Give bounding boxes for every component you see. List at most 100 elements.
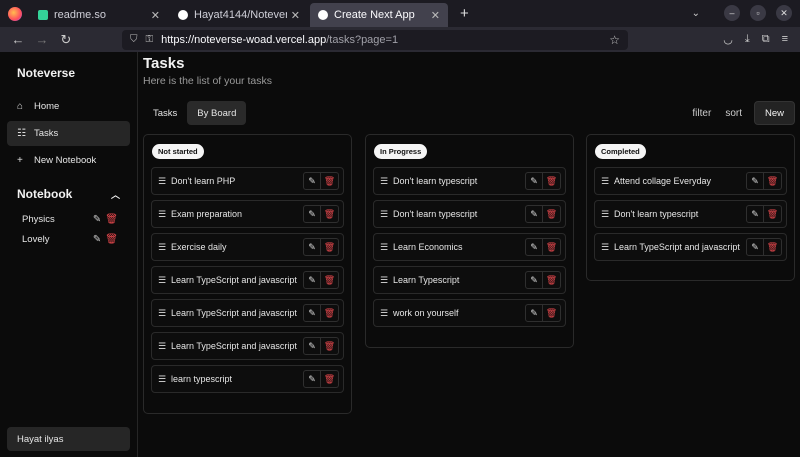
- task-card[interactable]: ☰ learn typescript ✎ 🗑: [151, 365, 344, 393]
- task-card[interactable]: ☰ Learn Economics ✎ 🗑: [373, 233, 566, 261]
- task-card[interactable]: ☰ Don't learn typescript ✎ 🗑: [373, 200, 566, 228]
- notebook-item-physics[interactable]: Physics ✎ 🗑: [7, 209, 130, 229]
- trash-icon[interactable]: 🗑: [321, 304, 339, 322]
- lock-icon[interactable]: ⚿: [146, 34, 154, 45]
- edit-icon[interactable]: ✎: [525, 172, 543, 190]
- edit-icon[interactable]: ✎: [303, 304, 321, 322]
- notebook-section-header[interactable]: Notebook ︿: [7, 187, 130, 201]
- trash-icon[interactable]: 🗑: [764, 238, 782, 256]
- url-bar[interactable]: ⛉ ⚿ https://noteverse-woad.vercel.app/ta…: [122, 29, 628, 50]
- task-card[interactable]: ☰ Attend collage Everyday ✎ 🗑: [594, 167, 787, 195]
- close-icon[interactable]: ✕: [151, 9, 160, 22]
- forward-arrow-icon[interactable]: →: [30, 32, 54, 47]
- task-card[interactable]: ☰ Exam preparation ✎ 🗑: [151, 200, 344, 228]
- task-card[interactable]: ☰ work on yourself ✎ 🗑: [373, 299, 566, 327]
- trash-icon[interactable]: 🗑: [321, 238, 339, 256]
- edit-icon[interactable]: ✎: [746, 238, 764, 256]
- task-actions: ✎ 🗑: [746, 205, 782, 223]
- task-card[interactable]: ☰ Learn TypeScript and javascript ✎ 🗑: [151, 332, 344, 360]
- edit-icon[interactable]: ✎: [303, 370, 321, 388]
- trash-icon[interactable]: 🗑: [764, 172, 782, 190]
- minimize-icon[interactable]: –: [724, 5, 740, 21]
- edit-icon[interactable]: ✎: [303, 205, 321, 223]
- edit-icon[interactable]: ✎: [525, 205, 543, 223]
- pocket-icon[interactable]: ◡: [723, 33, 733, 46]
- browser-tab-github[interactable]: Hayat4144/Noteverse: N ✕: [170, 3, 308, 27]
- reload-icon[interactable]: ↻: [54, 32, 78, 48]
- task-card[interactable]: ☰ Learn TypeScript and javascript ✎ 🗑: [151, 299, 344, 327]
- tab-by-board[interactable]: By Board: [187, 101, 247, 125]
- sidebar-item-new-notebook[interactable]: + New Notebook: [7, 148, 130, 173]
- filter-button[interactable]: filter: [686, 108, 717, 119]
- trash-icon[interactable]: 🗑: [105, 214, 118, 225]
- toolbar-actions: filter sort New: [686, 101, 795, 125]
- trash-icon[interactable]: 🗑: [543, 271, 561, 289]
- menu-icon[interactable]: ≡: [782, 33, 788, 46]
- status-badge: In Progress: [374, 144, 428, 159]
- download-icon[interactable]: ⤓: [745, 33, 750, 46]
- sort-button[interactable]: sort: [719, 108, 748, 119]
- task-card[interactable]: ☰ Don't learn typescript ✎ 🗑: [373, 167, 566, 195]
- trash-icon[interactable]: 🗑: [321, 337, 339, 355]
- trash-icon[interactable]: 🗑: [321, 172, 339, 190]
- edit-icon[interactable]: ✎: [303, 337, 321, 355]
- edit-icon[interactable]: ✎: [525, 271, 543, 289]
- edit-icon[interactable]: ✎: [93, 214, 101, 225]
- url-text[interactable]: https://noteverse-woad.vercel.app/tasks?…: [161, 34, 609, 46]
- edit-icon[interactable]: ✎: [746, 205, 764, 223]
- url-main: https://noteverse-woad.vercel.app: [161, 33, 327, 46]
- chevron-down-icon[interactable]: ⌄: [692, 8, 700, 19]
- edit-icon[interactable]: ✎: [303, 271, 321, 289]
- sidebar-item-home[interactable]: ⌂ Home: [7, 94, 130, 119]
- trash-icon[interactable]: 🗑: [321, 271, 339, 289]
- task-card[interactable]: ☰ Don't learn PHP ✎ 🗑: [151, 167, 344, 195]
- tab-bar: readme.so ✕ Hayat4144/Noteverse: N ✕ Cre…: [0, 0, 800, 27]
- trash-icon[interactable]: 🗑: [543, 304, 561, 322]
- trash-icon[interactable]: 🗑: [105, 234, 118, 245]
- notebook-item-lovely[interactable]: Lovely ✎ 🗑: [7, 229, 130, 249]
- trash-icon[interactable]: 🗑: [543, 172, 561, 190]
- new-task-button[interactable]: New: [753, 101, 795, 125]
- browser-tab-readme[interactable]: readme.so ✕: [30, 3, 168, 27]
- task-title: Attend collage Everyday: [614, 176, 712, 186]
- browser-tab-active[interactable]: Create Next App ✕: [310, 3, 448, 27]
- trash-icon[interactable]: 🗑: [543, 205, 561, 223]
- task-card[interactable]: ☰ Exercise daily ✎ 🗑: [151, 233, 344, 261]
- trash-icon[interactable]: 🗑: [321, 205, 339, 223]
- bookmark-star-icon[interactable]: ☆: [609, 33, 620, 47]
- edit-icon[interactable]: ✎: [303, 238, 321, 256]
- text-lines-icon: ☰: [380, 307, 389, 318]
- task-card[interactable]: ☰ Don't learn typescript ✎ 🗑: [594, 200, 787, 228]
- edit-icon[interactable]: ✎: [746, 172, 764, 190]
- tab-tasks[interactable]: Tasks: [143, 101, 187, 125]
- shield-icon[interactable]: ⛉: [130, 34, 138, 45]
- close-icon[interactable]: ✕: [291, 9, 300, 22]
- trash-icon[interactable]: 🗑: [543, 238, 561, 256]
- task-title: Learn TypeScript and javascript: [171, 308, 297, 318]
- notebook-label: Physics: [22, 213, 55, 225]
- task-title: Don't learn typescript: [393, 176, 478, 186]
- trash-icon[interactable]: 🗑: [764, 205, 782, 223]
- close-icon[interactable]: ✕: [431, 9, 440, 22]
- chevron-up-icon[interactable]: ︿: [111, 188, 120, 201]
- edit-icon[interactable]: ✎: [303, 172, 321, 190]
- edit-icon[interactable]: ✎: [525, 304, 543, 322]
- sidebar-item-tasks[interactable]: ☷ Tasks: [7, 121, 130, 146]
- trash-icon[interactable]: 🗑: [321, 370, 339, 388]
- close-window-icon[interactable]: ✕: [776, 5, 792, 21]
- new-tab-icon[interactable]: +: [450, 5, 479, 27]
- firefox-icon[interactable]: [8, 7, 22, 21]
- task-card[interactable]: ☰ Learn Typescript ✎ 🗑: [373, 266, 566, 294]
- text-lines-icon: ☰: [158, 340, 167, 351]
- edit-icon[interactable]: ✎: [525, 238, 543, 256]
- back-arrow-icon[interactable]: ←: [6, 32, 30, 47]
- maximize-icon[interactable]: ▫: [750, 5, 766, 21]
- edit-icon[interactable]: ✎: [93, 234, 101, 245]
- task-card[interactable]: ☰ Learn TypeScript and javascript ✎ 🗑: [151, 266, 344, 294]
- extensions-icon[interactable]: ⧉: [762, 33, 770, 46]
- task-card[interactable]: ☰ Learn TypeScript and javascript ✎ 🗑: [594, 233, 787, 261]
- task-actions: ✎ 🗑: [303, 304, 339, 322]
- text-lines-icon: ☰: [601, 208, 610, 219]
- user-account-button[interactable]: Hayat ilyas: [7, 427, 130, 451]
- text-lines-icon: ☰: [158, 241, 167, 252]
